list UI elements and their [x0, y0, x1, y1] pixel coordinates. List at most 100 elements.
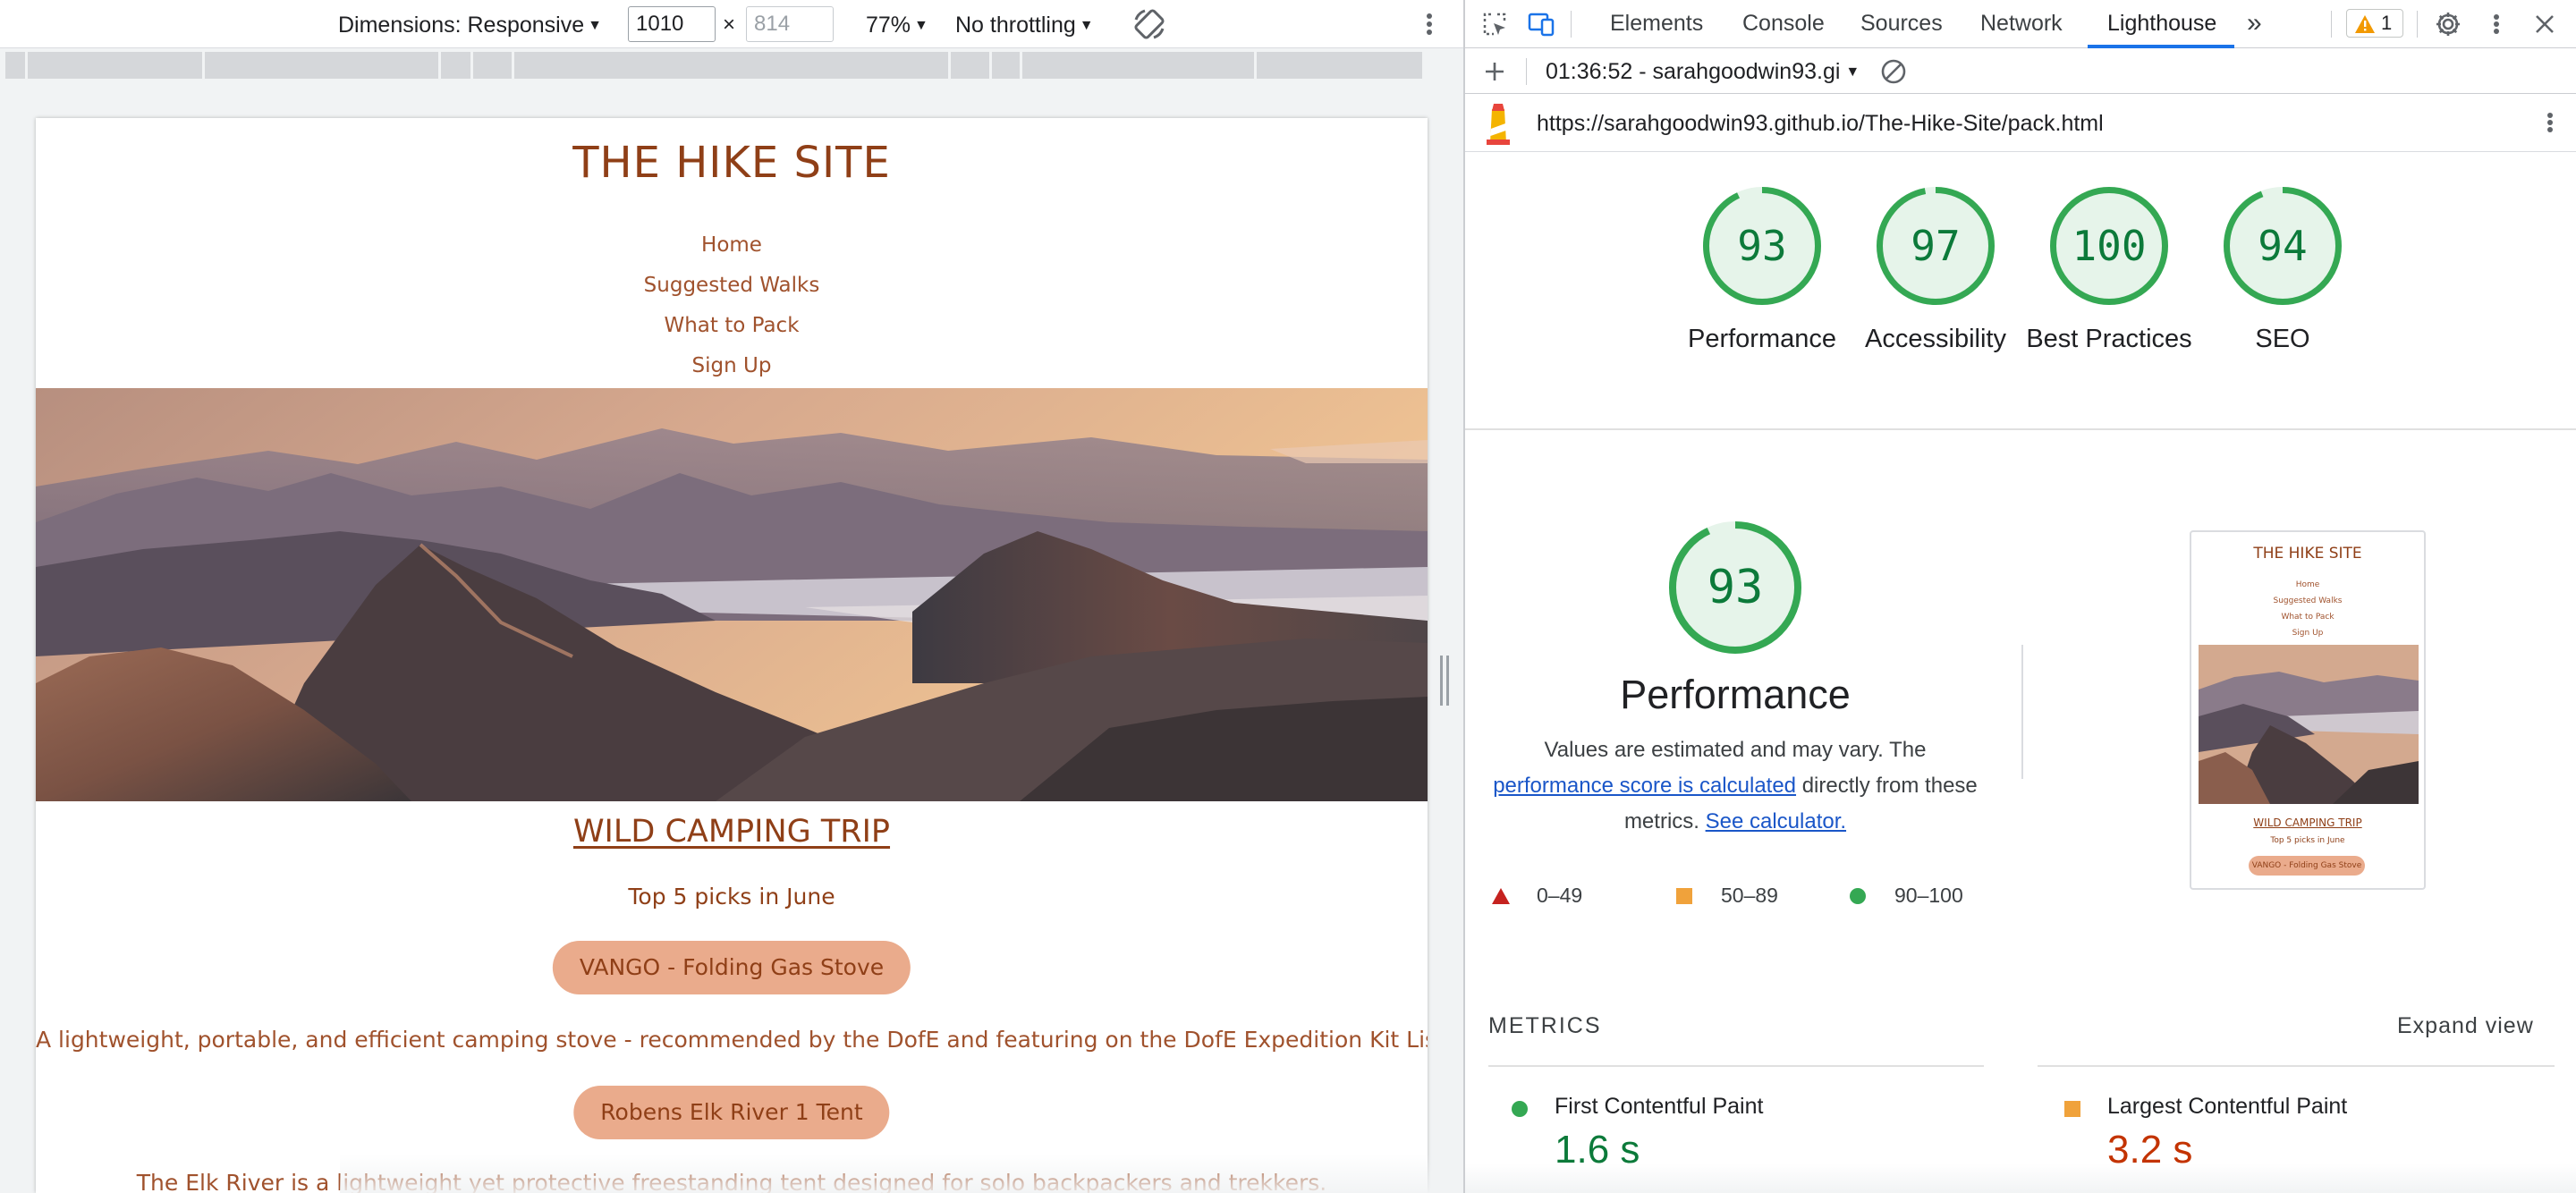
gear-icon[interactable] [2431, 7, 2465, 41]
thumbnail-nav-item: Sign Up [2292, 629, 2324, 638]
metrics-heading: METRICS [1488, 1013, 1602, 1038]
issues-badge[interactable]: 1 [2346, 9, 2403, 38]
thumbnail-subheading: Top 5 picks in June [2270, 836, 2345, 845]
nav-home-link[interactable]: Home [36, 225, 1428, 266]
throttling-value: No throttling [955, 13, 1076, 38]
plus-icon[interactable] [1478, 55, 1512, 89]
divider [1465, 428, 2576, 430]
score-value: 93 [1737, 222, 1787, 270]
dimensions-label: Dimensions: Responsive [338, 13, 585, 38]
resize-handle[interactable] [1440, 656, 1451, 706]
divider [1488, 1065, 1984, 1067]
tab-console[interactable]: Console [1742, 0, 1825, 48]
throttling-dropdown[interactable]: No throttling ▼ [955, 9, 1094, 41]
tab-lighthouse[interactable]: Lighthouse [2107, 0, 2216, 48]
tab-elements[interactable]: Elements [1610, 0, 1703, 48]
score-value: 94 [2258, 222, 2308, 270]
pass-circle-icon [1512, 1101, 1528, 1117]
caret-down-icon: ▼ [1845, 64, 1860, 80]
report-select[interactable]: 01:36:52 - sarahgoodwin93.gi ▼ [1546, 56, 1860, 87]
caret-down-icon: ▼ [914, 18, 928, 33]
lighthouse-logo-icon [1483, 104, 1513, 145]
mountain-sunset-hero-image [36, 388, 1428, 801]
device-toggle-icon[interactable] [1524, 7, 1558, 41]
audited-url[interactable]: https://sarahgoodwin93.github.io/The-Hik… [1537, 107, 2104, 140]
score-gauge-accessibility[interactable]: 97 Accessibility [1865, 187, 2006, 353]
device-toolbar: Dimensions: Responsive▼ × 77%▼ No thrott… [0, 0, 1463, 48]
legend-range: 50–89 [1721, 884, 1778, 907]
thumbnail-nav-item: Home [2295, 580, 2320, 589]
tab-sources[interactable]: Sources [1860, 0, 1943, 48]
lighthouse-url-bar: https://sarahgoodwin93.github.io/The-Hik… [1465, 95, 2576, 152]
expand-view-toggle[interactable]: Expand view [2397, 1013, 2534, 1039]
inspect-element-icon[interactable] [1478, 7, 1512, 41]
tab-network[interactable]: Network [1980, 0, 2063, 48]
average-square-icon [2064, 1101, 2080, 1117]
more-vert-icon[interactable] [2533, 106, 2567, 140]
performance-score-link[interactable]: performance score is calculated [1493, 774, 1796, 798]
score-value: 97 [1911, 222, 1961, 270]
legend-range: 90–100 [1894, 884, 1963, 907]
zoom-dropdown[interactable]: 77% ▼ [866, 9, 928, 41]
thumbnail-hero-image [2199, 645, 2419, 804]
score-gauge-performance[interactable]: 93 Performance [1688, 187, 1836, 353]
thumbnail-heading: WILD CAMPING TRIP [2253, 816, 2362, 829]
legend-average: 50–89 [1676, 877, 1778, 913]
nav-suggested-walks-link[interactable]: Suggested Walks [36, 266, 1428, 306]
more-vert-icon[interactable] [1420, 7, 1438, 41]
nav-sign-up-link[interactable]: Sign Up [36, 346, 1428, 386]
metric-label-fcp: First Contentful Paint [1555, 1094, 1764, 1119]
divider [2021, 645, 2023, 779]
performance-score-gauge: 93 [1669, 521, 1801, 654]
device-emulation-pane: Dimensions: Responsive▼ × 77%▼ No thrott… [0, 0, 1463, 1193]
thumbnail-nav-item: What to Pack [2281, 613, 2334, 622]
viewport-bottom-fade [340, 1154, 1463, 1193]
page-heading[interactable]: WILD CAMPING TRIP [36, 814, 1428, 850]
performance-description: Values are estimated and may vary. The p… [1483, 732, 1987, 840]
emulated-page-viewport: THE HIKE SITE Home Suggested Walks What … [36, 118, 1428, 1193]
more-tabs-chevron-icon[interactable]: » [2247, 0, 2262, 48]
dimensions-dropdown[interactable]: Dimensions: Responsive ▼ [338, 9, 602, 41]
triangle-icon [1492, 888, 1510, 904]
page-screenshot-thumbnail[interactable]: THE HIKE SITE Home Suggested Walks What … [2190, 530, 2426, 890]
nav-what-to-pack-link[interactable]: What to Pack [36, 306, 1428, 346]
width-input[interactable] [628, 6, 716, 42]
lighthouse-report: 93 Performance 97 Accessibility 100 Best… [1465, 153, 2576, 1193]
issues-count: 1 [2381, 12, 2393, 34]
score-legend: 0–49 50–89 90–100 [1492, 877, 1993, 913]
caret-down-icon: ▼ [1079, 18, 1094, 33]
legend-range: 0–49 [1537, 884, 1583, 907]
score-label: Accessibility [1865, 325, 2006, 353]
score-label: SEO [2255, 325, 2310, 353]
square-icon [1676, 888, 1692, 904]
close-icon[interactable] [2528, 7, 2562, 41]
divider [2038, 1065, 2555, 1067]
performance-title: Performance [1620, 672, 1851, 717]
more-vert-icon[interactable] [2479, 7, 2513, 41]
product-button-stove[interactable]: VANGO - Folding Gas Stove [552, 941, 911, 994]
height-input[interactable] [746, 6, 834, 42]
product-description: A lightweight, portable, and efficient c… [36, 1027, 1428, 1053]
rotate-icon[interactable] [1131, 5, 1168, 43]
devtools-panel: Elements Console Sources Network Lightho… [1463, 0, 2576, 1193]
times-symbol: × [723, 13, 736, 37]
product-button-tent[interactable]: Robens Elk River 1 Tent [573, 1086, 890, 1139]
desc-text: Values are estimated and may vary. The [1544, 738, 1927, 762]
media-query-ruler[interactable] [5, 52, 1422, 79]
legend-fail: 0–49 [1492, 877, 1582, 913]
site-title[interactable]: THE HIKE SITE [36, 138, 1428, 188]
score-gauge-best-practices[interactable]: 100 Best Practices [2026, 187, 2192, 353]
metric-label-lcp: Largest Contentful Paint [2107, 1094, 2348, 1119]
devtools-tabbar: Elements Console Sources Network Lightho… [1465, 0, 2576, 48]
score-gauge-seo[interactable]: 94 SEO [2224, 187, 2342, 353]
panel-bottom-fade [1465, 1163, 2576, 1193]
subheading: Top 5 picks in June [628, 884, 835, 910]
warning-icon [2355, 15, 2375, 33]
active-tab-indicator [2088, 45, 2234, 48]
see-calculator-link[interactable]: See calculator. [1706, 809, 1846, 833]
thumbnail-pill: VANGO - Folding Gas Stove [2249, 856, 2365, 876]
clear-icon[interactable] [1877, 55, 1911, 89]
report-label: 01:36:52 - sarahgoodwin93.gi [1546, 59, 1841, 84]
legend-pass: 90–100 [1850, 877, 1963, 913]
thumbnail-nav-item: Suggested Walks [2273, 596, 2343, 605]
